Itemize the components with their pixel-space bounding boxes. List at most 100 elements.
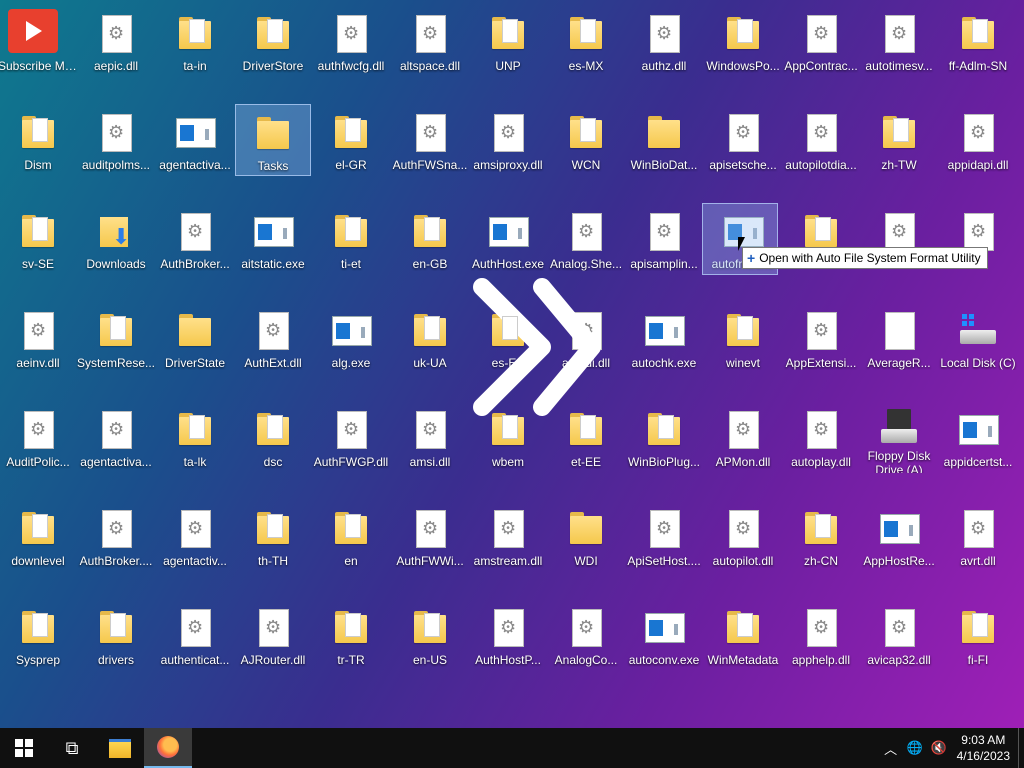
desktop-icon[interactable]: authfwcfg.dll xyxy=(313,5,389,77)
desktop-icon[interactable]: apisamplin... xyxy=(626,203,702,275)
desktop-icon[interactable]: zh-CN xyxy=(783,500,859,572)
desktop-icon[interactable]: Sysprep xyxy=(0,599,76,671)
desktop-icon[interactable]: aitstatic.exe xyxy=(235,203,311,275)
desktop-icon[interactable]: altspace.dll xyxy=(392,5,468,77)
folder-icon xyxy=(723,310,763,350)
show-desktop-button[interactable] xyxy=(1018,728,1024,768)
desktop-icon[interactable]: uk-UA xyxy=(392,302,468,374)
desktop-icon[interactable]: ta-in xyxy=(157,5,233,77)
firefox-button[interactable] xyxy=(144,728,192,768)
desktop-icon[interactable]: alg.exe xyxy=(313,302,389,374)
desktop-icon[interactable]: zh-TW xyxy=(861,104,937,176)
desktop-icon[interactable]: Floppy Disk Drive (A) xyxy=(861,401,937,473)
desktop-icon[interactable]: AppContrac... xyxy=(783,5,859,77)
desktop-icon[interactable]: AJRouter.dll xyxy=(235,599,311,671)
desktop-icon-label: AnalogCo... xyxy=(554,653,618,667)
desktop-icon[interactable]: AuthHostP... xyxy=(470,599,546,671)
desktop-icon[interactable]: en-GB xyxy=(392,203,468,275)
desktop-icon[interactable]: wbem xyxy=(470,401,546,473)
desktop-icon[interactable]: AuthHost.exe xyxy=(470,203,546,275)
desktop-icon[interactable]: apphelp.dll xyxy=(783,599,859,671)
desktop-icon[interactable]: agentactiva... xyxy=(78,401,154,473)
desktop-icon[interactable]: Downloads xyxy=(78,203,154,275)
desktop-icon[interactable]: authz.dll xyxy=(626,5,702,77)
desktop-icon[interactable]: avrt.dll xyxy=(940,500,1016,572)
desktop-icon[interactable]: autochk.exe xyxy=(626,302,702,374)
desktop-icon[interactable]: apisetsche... xyxy=(705,104,781,176)
desktop-icon[interactable]: en-US xyxy=(392,599,468,671)
desktop-icon[interactable]: es-ES xyxy=(470,302,546,374)
desktop-icon[interactable]: appidapi.dll xyxy=(940,104,1016,176)
desktop-icon[interactable]: ApiSetHost.... xyxy=(626,500,702,572)
desktop-icon[interactable]: en xyxy=(313,500,389,572)
desktop-icon[interactable]: AppExtensi... xyxy=(783,302,859,374)
desktop-icon[interactable]: autoplay.dll xyxy=(783,401,859,473)
desktop-icon[interactable]: th-TH xyxy=(235,500,311,572)
desktop-icon[interactable]: et-EE xyxy=(548,401,624,473)
start-button[interactable] xyxy=(0,728,48,768)
desktop-icon[interactable]: AppHostRe... xyxy=(861,500,937,572)
desktop-icon[interactable]: APMon.dll xyxy=(705,401,781,473)
desktop-icon-label: avrt.dll xyxy=(960,554,996,568)
desktop-icon[interactable]: auditpolms... xyxy=(78,104,154,176)
desktop-icon[interactable]: Analog.She... xyxy=(548,203,624,275)
desktop-icon[interactable]: amsiproxy.dll xyxy=(470,104,546,176)
desktop-icon[interactable]: autopilot.dll xyxy=(705,500,781,572)
desktop-icon[interactable]: UNP xyxy=(470,5,546,77)
file-icon xyxy=(18,409,58,449)
desktop-icon[interactable]: autopilotdia... xyxy=(783,104,859,176)
show-hidden-icons-chevron-icon[interactable]: ︿ xyxy=(879,739,903,758)
desktop-icon[interactable]: Dism xyxy=(0,104,76,176)
desktop-icon[interactable]: authui.dll xyxy=(548,302,624,374)
desktop-icon[interactable]: agentactiva... xyxy=(157,104,233,176)
desktop-icon[interactable]: Local Disk (C) xyxy=(940,302,1016,374)
desktop-icon[interactable]: ti-et xyxy=(313,203,389,275)
desktop-icon[interactable]: WCN xyxy=(548,104,624,176)
desktop-icon[interactable]: fi-FI xyxy=(940,599,1016,671)
desktop-icon[interactable]: ta-lk xyxy=(157,401,233,473)
desktop-icon[interactable]: es-MX xyxy=(548,5,624,77)
desktop-icon[interactable]: AnalogCo... xyxy=(548,599,624,671)
desktop-icon[interactable]: AuthExt.dll xyxy=(235,302,311,374)
volume-muted-icon[interactable]: 🔇 xyxy=(927,741,951,756)
desktop-icon[interactable]: WinMetadata xyxy=(705,599,781,671)
desktop-icon[interactable]: AverageR... xyxy=(861,302,937,374)
desktop-icon[interactable]: AuditPolic... xyxy=(0,401,76,473)
desktop-icon[interactable]: agentactiv... xyxy=(157,500,233,572)
desktop-icon[interactable]: amstream.dll xyxy=(470,500,546,572)
desktop-icon[interactable]: ff-Adlm-SN xyxy=(940,5,1016,77)
desktop-icon[interactable]: dsc xyxy=(235,401,311,473)
desktop-icon[interactable]: AuthBroker... xyxy=(157,203,233,275)
desktop-icon[interactable]: drivers xyxy=(78,599,154,671)
desktop-icon[interactable]: AuthFWWi... xyxy=(392,500,468,572)
desktop-icon[interactable]: appidcertst... xyxy=(940,401,1016,473)
desktop-icon[interactable]: sv-SE xyxy=(0,203,76,275)
desktop-icon[interactable]: autotimesv... xyxy=(861,5,937,77)
desktop-icon[interactable]: Subscribe My Youtube Ch... xyxy=(0,5,78,77)
desktop-icon[interactable]: SystemRese... xyxy=(77,302,155,374)
desktop-icon[interactable]: WDI xyxy=(548,500,624,572)
desktop-icon[interactable]: authenticat... xyxy=(157,599,233,671)
desktop-icon[interactable]: WinBioPlug... xyxy=(626,401,702,473)
task-view-button[interactable]: ⧉ xyxy=(48,728,96,768)
desktop-icon[interactable]: amsi.dll xyxy=(392,401,468,473)
network-globe-icon[interactable]: 🌐 xyxy=(903,741,927,756)
desktop-icon[interactable]: aepic.dll xyxy=(78,5,154,77)
desktop-icon[interactable]: DriverState xyxy=(157,302,233,374)
desktop-icon[interactable]: Tasks xyxy=(235,104,311,176)
desktop-icon[interactable]: downlevel xyxy=(0,500,76,572)
desktop-icon[interactable]: AuthBroker.... xyxy=(78,500,154,572)
file-explorer-button[interactable] xyxy=(96,728,144,768)
clock[interactable]: 9:03 AM 4/16/2023 xyxy=(951,732,1018,764)
desktop-icon[interactable]: el-GR xyxy=(313,104,389,176)
desktop-icon[interactable]: WindowsPo... xyxy=(705,5,781,77)
desktop-icon[interactable]: autoconv.exe xyxy=(626,599,702,671)
desktop-icon[interactable]: tr-TR xyxy=(313,599,389,671)
desktop-icon[interactable]: AuthFWSna... xyxy=(392,104,468,176)
desktop-icon[interactable]: AuthFWGP.dll xyxy=(313,401,389,473)
desktop-icon[interactable]: aeinv.dll xyxy=(0,302,76,374)
desktop-icon[interactable]: winevt xyxy=(705,302,781,374)
desktop-icon[interactable]: DriverStore xyxy=(235,5,311,77)
desktop-icon[interactable]: avicap32.dll xyxy=(861,599,937,671)
desktop-icon[interactable]: WinBioDat... xyxy=(626,104,702,176)
